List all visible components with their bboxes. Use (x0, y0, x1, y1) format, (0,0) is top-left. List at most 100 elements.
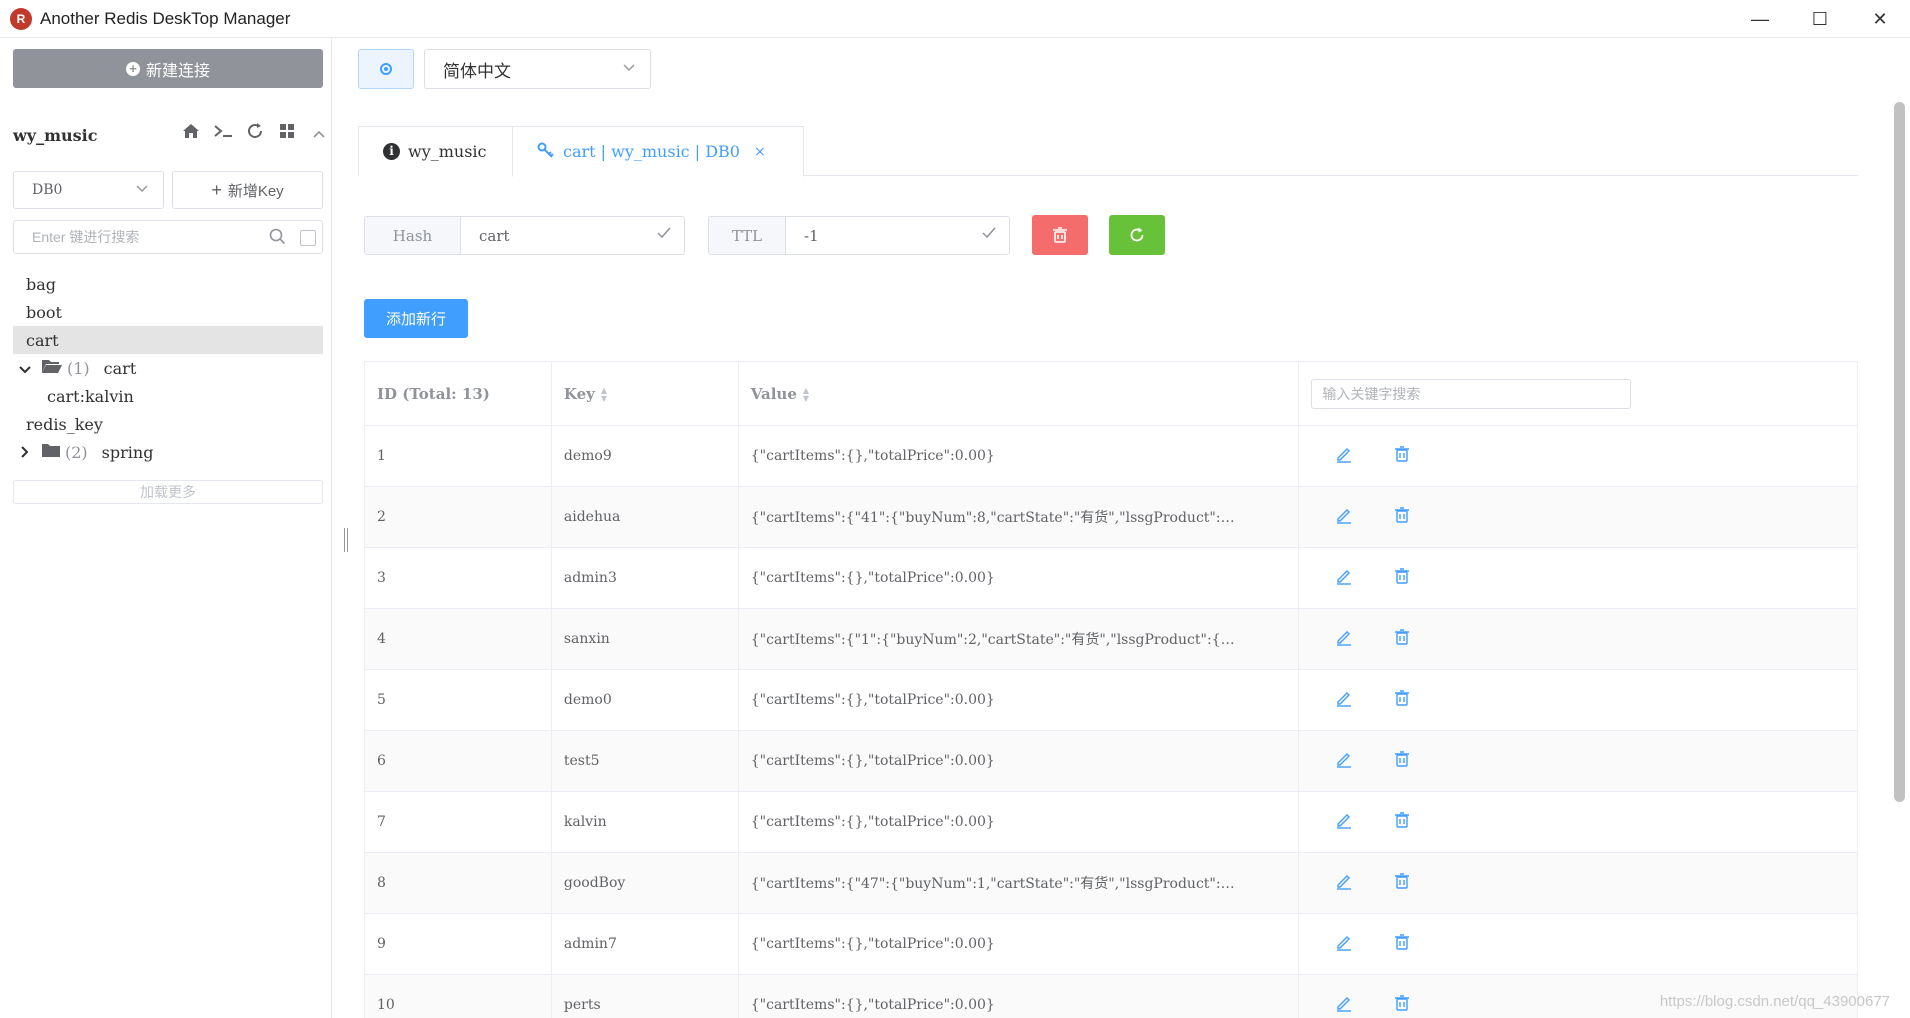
table-search-input[interactable]: 输入关键字搜索 (1311, 378, 1632, 409)
table-row[interactable]: 7 kalvin {"cartItems":{},"totalPrice":0.00… (365, 792, 1858, 853)
info-icon: i (383, 143, 400, 160)
table-row[interactable]: 9 admin7 {"cartItems":{},"totalPrice":0.00… (365, 914, 1858, 975)
table-row[interactable]: 2 aidehua {"cartItems":{"41":{"buyNum":8,"… (365, 487, 1858, 548)
trash-icon[interactable] (1393, 567, 1411, 589)
refresh-key-button[interactable] (1109, 215, 1165, 255)
refresh-icon[interactable] (244, 122, 266, 145)
trash-icon[interactable] (1393, 872, 1411, 894)
delete-key-button[interactable] (1032, 215, 1088, 255)
table-row[interactable]: 1 demo9 {"cartItems":{},"totalPrice":0.00} (365, 426, 1858, 487)
key-tree: bag boot cart (1) cart cart:kalvin redis… (13, 270, 323, 466)
tree-item-cart-kalvin[interactable]: cart:kalvin (13, 382, 323, 410)
edit-icon[interactable] (1335, 933, 1353, 955)
edit-icon[interactable] (1335, 750, 1353, 772)
load-more-button[interactable]: 加载更多 (13, 480, 323, 504)
trash-icon[interactable] (1393, 628, 1411, 650)
id-column-header: ID (Total: 13) (365, 362, 552, 425)
row-value-text: {"cartItems":{},"totalPrice":0.00} (750, 448, 995, 464)
row-value: {"cartItems":{"47":{"buyNum":1,"cartStat… (739, 853, 1300, 913)
row-value-text: {"cartItems":{},"totalPrice":0.00} (750, 814, 995, 830)
edit-icon[interactable] (1335, 872, 1353, 894)
new-connection-button[interactable]: + 新建连接 (13, 49, 323, 88)
table-row[interactable]: 6 test5 {"cartItems":{},"totalPrice":0.00} (365, 731, 1858, 792)
add-row-button[interactable]: 添加新行 (364, 299, 468, 338)
edit-icon[interactable] (1335, 445, 1353, 467)
search-icon[interactable] (269, 228, 286, 250)
theme-toggle-button[interactable] (358, 49, 414, 89)
edit-icon[interactable] (1335, 811, 1353, 833)
tree-item-boot[interactable]: boot (13, 298, 323, 326)
scrollbar[interactable] (1888, 38, 1910, 1018)
new-key-button[interactable]: + 新增Key (172, 171, 323, 209)
row-key: kalvin (552, 792, 739, 852)
chevron-right-icon[interactable] (19, 443, 35, 462)
edit-icon[interactable] (1335, 628, 1353, 650)
key-column-header[interactable]: Key ▲ ▼ (552, 362, 739, 425)
edit-icon[interactable] (1335, 567, 1353, 589)
tree-item-label: bag (26, 274, 57, 294)
trash-icon[interactable] (1393, 750, 1411, 772)
value-column-header[interactable]: Value ▲ ▼ (739, 362, 1300, 425)
minimize-button[interactable]: — (1730, 0, 1790, 38)
tree-item-label: cart:kalvin (47, 386, 134, 406)
trash-icon[interactable] (1393, 933, 1411, 955)
chevron-down-icon (622, 60, 636, 75)
sort-icon[interactable]: ▲ ▼ (803, 386, 809, 402)
new-key-label: 新增Key (227, 182, 284, 200)
table-row[interactable]: 5 demo0 {"cartItems":{},"totalPrice":0.00} (365, 670, 1858, 731)
scrollbar-thumb[interactable] (1894, 102, 1905, 802)
ttl-input[interactable]: -1 (786, 217, 1009, 254)
check-icon[interactable] (981, 225, 997, 245)
row-value-text: {"cartItems":{"1":{"buyNum":2,"cartState… (750, 632, 1235, 648)
row-actions (1299, 853, 1858, 913)
row-id: 1 (365, 426, 552, 486)
tree-item-bag[interactable]: bag (13, 270, 323, 298)
db-select[interactable]: DB0 (13, 171, 164, 209)
key-search-input[interactable]: Enter 键进行搜索 (13, 220, 323, 254)
table-row[interactable]: 3 admin3 {"cartItems":{},"totalPrice":0.00… (365, 548, 1858, 609)
ttl-value: -1 (804, 226, 819, 245)
terminal-icon[interactable] (212, 123, 234, 144)
row-key: aidehua (552, 487, 739, 547)
sort-icon[interactable]: ▲ ▼ (601, 386, 607, 402)
title-bar: R Another Redis DeskTop Manager — ☐ ✕ (0, 0, 1910, 38)
chevron-up-icon[interactable] (308, 123, 330, 144)
key-header-label: Key (563, 384, 595, 403)
folder-open-icon (41, 358, 63, 378)
tree-folder-cart[interactable]: (1) cart (13, 354, 323, 382)
tab-connection-info[interactable]: i wy_music (358, 126, 513, 176)
close-tab-icon[interactable]: × (754, 144, 766, 160)
tree-item-redis-key[interactable]: redis_key (13, 410, 323, 438)
key-type-label: Hash (365, 217, 461, 254)
grid-icon[interactable] (276, 123, 298, 144)
home-icon[interactable] (180, 123, 202, 144)
language-select[interactable]: 简体中文 (424, 49, 651, 89)
trash-icon[interactable] (1393, 506, 1411, 528)
tree-item-cart[interactable]: cart (13, 326, 323, 354)
key-name-input[interactable]: cart (461, 217, 684, 254)
row-actions (1299, 426, 1858, 486)
tab-label: wy_music (408, 142, 487, 161)
connection-name[interactable]: wy_music (13, 126, 97, 145)
close-window-button[interactable]: ✕ (1850, 0, 1910, 38)
tree-item-label: cart (26, 330, 59, 350)
edit-icon[interactable] (1335, 994, 1353, 1016)
trash-icon[interactable] (1393, 811, 1411, 833)
edit-icon[interactable] (1335, 506, 1353, 528)
table-row[interactable]: 8 goodBoy {"cartItems":{"47":{"buyNum":1,"… (365, 853, 1858, 914)
row-id: 4 (365, 609, 552, 669)
exact-search-checkbox[interactable] (300, 230, 316, 246)
edit-icon[interactable] (1335, 689, 1353, 711)
maximize-button[interactable]: ☐ (1790, 0, 1850, 38)
chevron-down-icon[interactable] (19, 359, 35, 378)
table-row[interactable]: 4 sanxin {"cartItems":{"1":{"buyNum":2,"ca… (365, 609, 1858, 670)
trash-icon[interactable] (1393, 445, 1411, 467)
trash-icon[interactable] (1393, 994, 1411, 1016)
connection-toolbar (180, 122, 330, 145)
table-row[interactable]: 10 perts {"cartItems":{},"totalPrice":0.00… (365, 975, 1858, 1018)
check-icon[interactable] (656, 225, 672, 245)
tab-key-cart[interactable]: cart | wy_music | DB0 × (512, 126, 804, 177)
tree-folder-spring[interactable]: (2) spring (13, 438, 323, 466)
row-value: {"cartItems":{},"totalPrice":0.00} (739, 426, 1300, 486)
trash-icon[interactable] (1393, 689, 1411, 711)
